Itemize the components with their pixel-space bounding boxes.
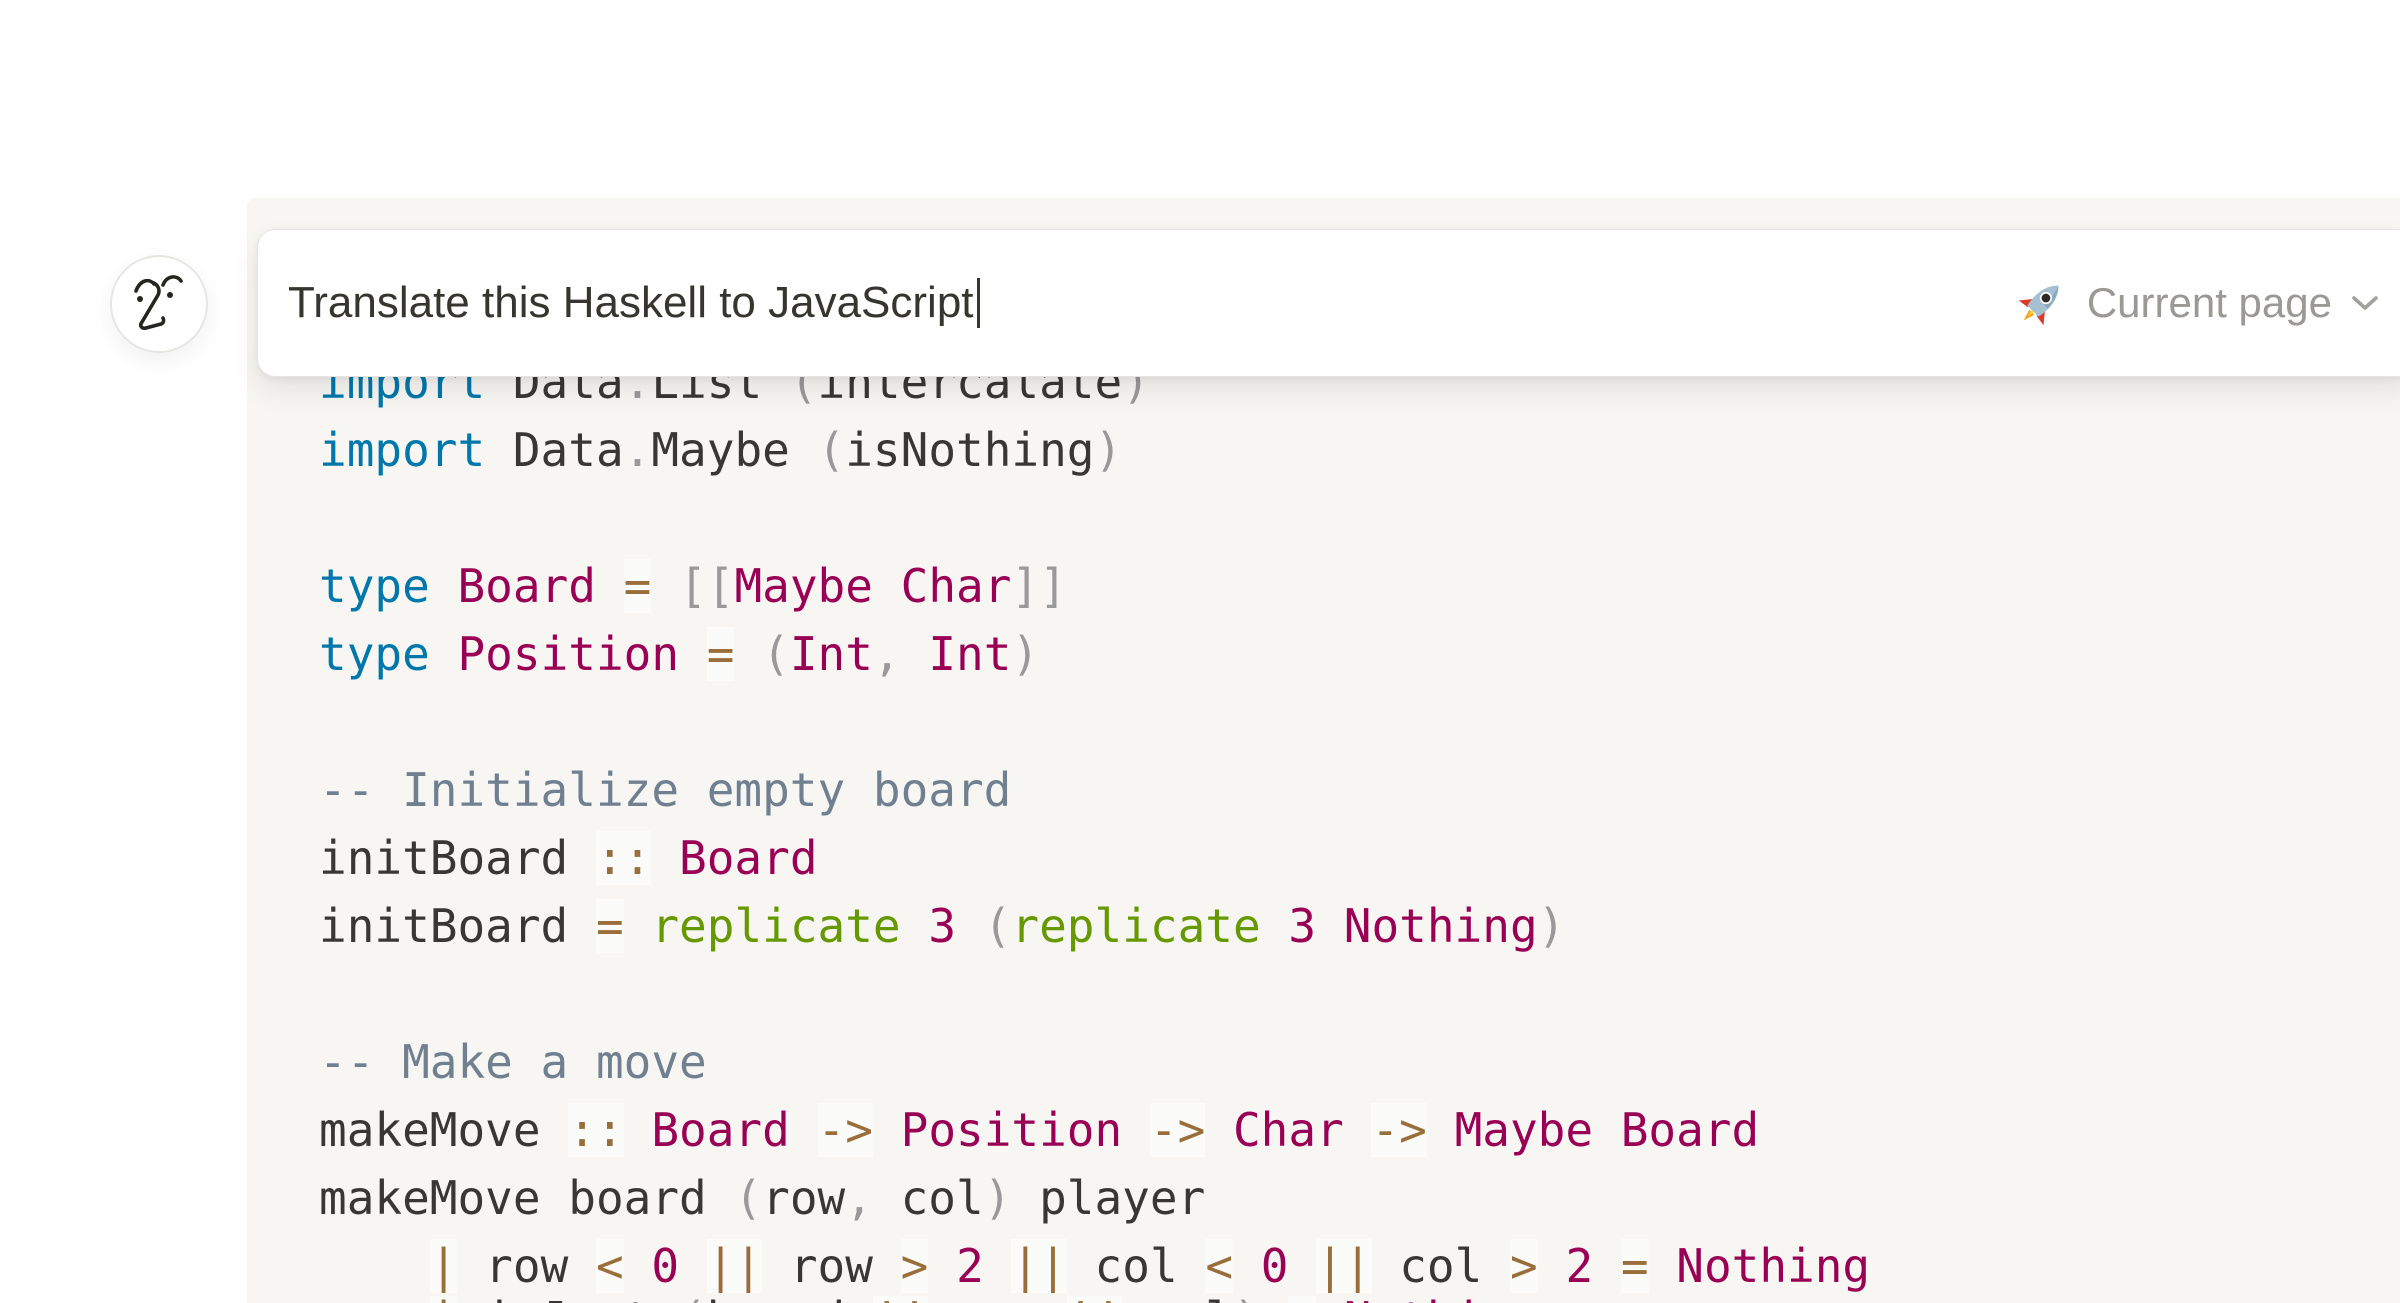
code-line: -- Make a move — [319, 1028, 1870, 1096]
code-lines: import Data.List (intercalate)import Dat… — [319, 348, 1870, 1300]
ai-assistant-button[interactable] — [110, 255, 208, 353]
code-line — [319, 484, 1870, 552]
ai-prompt-input[interactable]: Translate this Haskell to JavaScript — [288, 278, 974, 328]
code-line: import Data.Maybe (isNothing) — [319, 416, 1870, 484]
text-cursor — [977, 278, 980, 328]
code-line: type Board = [[Maybe Char]] — [319, 552, 1870, 620]
notion-ai-face-icon — [133, 274, 185, 334]
code-line: initBoard = replicate 3 (replicate 3 Not… — [319, 892, 1870, 960]
code-line: | row < 0 || row > 2 || col < 0 || col >… — [319, 1232, 1870, 1300]
code-line: makeMove board (row, col) player — [319, 1164, 1870, 1232]
chevron-down-icon — [2350, 292, 2380, 314]
scope-selector[interactable]: Current page — [2013, 275, 2380, 331]
code-line: type Position = (Int, Int) — [319, 620, 1870, 688]
code-line: initBoard :: Board — [319, 824, 1870, 892]
code-line — [319, 960, 1870, 1028]
code-line: makeMove :: Board -> Position -> Char ->… — [319, 1096, 1870, 1164]
scope-selector-label: Current page — [2087, 279, 2332, 327]
rocket-icon — [2013, 275, 2069, 331]
code-peek-line: | isJust (board !! row !! col) = Nothing — [319, 1296, 1538, 1303]
code-line — [319, 688, 1870, 756]
ai-prompt-bar[interactable]: Translate this Haskell to JavaScript Cur… — [257, 229, 2400, 377]
code-line: -- Initialize empty board — [319, 756, 1870, 824]
